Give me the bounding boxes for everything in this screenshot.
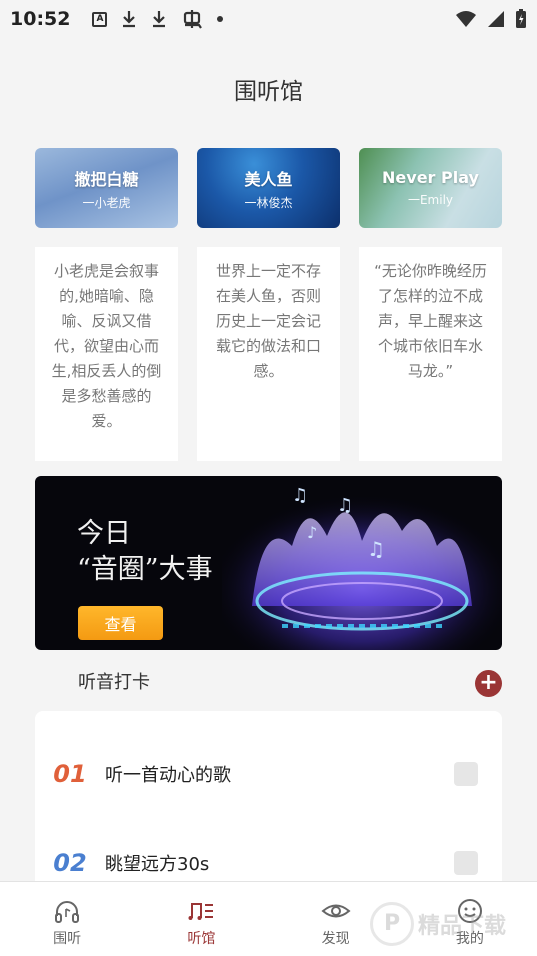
- signal-icon: [488, 11, 504, 27]
- battery-icon: [516, 9, 526, 28]
- task-row[interactable]: 01 听一首动心的歌: [35, 752, 502, 796]
- card-title: Never Play: [382, 168, 479, 187]
- banner-view-button[interactable]: 查看: [78, 606, 163, 640]
- banner-headline: 今日 “音圈”大事: [77, 516, 213, 588]
- a-notification-icon: A: [92, 11, 108, 27]
- wifi-icon: [456, 11, 476, 27]
- status-bar: 10:52 A: [0, 0, 537, 38]
- card-title: 撤把白糖: [74, 169, 139, 189]
- download-icon: [123, 11, 136, 28]
- music-list-icon: [188, 903, 214, 920]
- bug-icon: [184, 10, 203, 29]
- svg-text:♫: ♫: [337, 495, 353, 516]
- nav-label: 发现: [321, 931, 350, 947]
- watermark-text: 精品下载: [418, 913, 507, 939]
- task-number: 01: [53, 760, 87, 788]
- eye-icon: [321, 904, 351, 918]
- svg-text:♪: ♪: [307, 523, 317, 542]
- dot-icon: [217, 16, 224, 22]
- promo-banner[interactable]: 今日 “音圈”大事 查看 ♫ ♫ ♪ ♫: [35, 476, 502, 650]
- check-in-section-title: 听音打卡: [78, 672, 150, 693]
- banner-line-2: “音圈”大事: [77, 554, 213, 585]
- headphones-icon: [55, 901, 80, 923]
- nav-item-weiting[interactable]: 围听: [0, 882, 134, 956]
- nav-label: 围听: [53, 931, 82, 947]
- card-author: 一小老虎: [82, 195, 131, 210]
- watermark-logo-icon: P: [370, 901, 414, 946]
- card-image-2[interactable]: 美人鱼 一林俊杰: [197, 148, 340, 228]
- nav-item-tingguan[interactable]: 听馆: [134, 882, 268, 956]
- task-label: 听一首动心的歌: [105, 765, 231, 786]
- sound-crown-illustration: ♫ ♫ ♪ ♫: [222, 476, 502, 650]
- card-author: 一Emily: [407, 193, 454, 207]
- task-number: 02: [53, 849, 87, 877]
- page-title: 围听馆: [234, 79, 303, 105]
- card-text-1[interactable]: 小老虎是会叙事的,她暗喻、隐喻、反讽又借代，欲望由心而生,相反丢人的倒是多愁善感…: [35, 247, 178, 461]
- card-image-3[interactable]: Never Play 一Emily: [359, 148, 502, 228]
- status-notifications: A: [92, 8, 224, 30]
- card-author: 一林俊杰: [244, 195, 293, 210]
- card-text-2[interactable]: 世界上一定不存在美人鱼，否则历史上一定会记载它的做法和口感。: [197, 247, 340, 461]
- svg-text:♫: ♫: [367, 537, 385, 561]
- status-time: 10:52: [10, 8, 71, 30]
- task-checkbox[interactable]: [454, 762, 478, 786]
- watermark: P 精品下载: [370, 896, 535, 951]
- status-system-icons: [455, 9, 527, 29]
- task-label: 眺望远方30s: [105, 854, 210, 875]
- task-checkbox[interactable]: [454, 851, 478, 875]
- banner-line-1: 今日: [77, 518, 131, 549]
- download-icon: [153, 11, 166, 28]
- nav-label: 听馆: [187, 931, 216, 947]
- card-image-1[interactable]: 撤把白糖 一小老虎: [35, 148, 178, 228]
- svg-text:♫: ♫: [292, 485, 308, 506]
- card-title: 美人鱼: [244, 169, 293, 189]
- card-text-3[interactable]: “无论你昨晚经历了怎样的泣不成声，早上醒来这个城市依旧车水马龙。”: [359, 247, 502, 461]
- task-row[interactable]: 02 眺望远方30s: [35, 841, 502, 885]
- add-task-button[interactable]: +: [475, 670, 502, 697]
